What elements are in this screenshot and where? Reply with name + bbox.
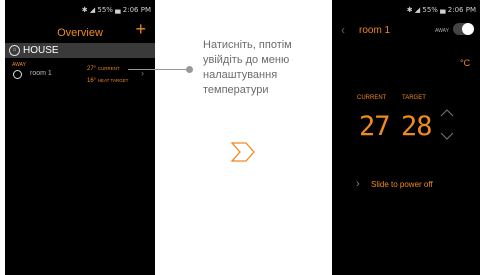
status-icons: ✱ ◢ (81, 6, 98, 14)
current-label: CURRENT (357, 95, 387, 101)
house-icon: ⌂ (9, 45, 20, 56)
status-text: 55% ▄ 2:06 PM (422, 6, 476, 14)
target-temp: 16° HEAT TARGET (87, 78, 128, 84)
status-text: 55% ▄ 2:06 PM (97, 6, 151, 14)
callout-dot (186, 66, 193, 73)
slide-chevron-icon: › (356, 178, 360, 190)
status-icons: ✱ ◢ (406, 6, 423, 14)
away-toggle[interactable] (453, 23, 474, 35)
house-label: HOUSE (23, 45, 59, 56)
unit-label[interactable]: °C (460, 58, 470, 68)
current-temp-value: 27° (87, 66, 97, 72)
current-temp-display: 27 (359, 111, 391, 142)
away-tag: AWAY (12, 62, 26, 68)
away-label: AWAY (435, 28, 449, 34)
current-temp-label: CURRENT (97, 66, 120, 71)
callout-line (128, 69, 190, 70)
room-title: room 1 (359, 25, 391, 36)
overview-screen: ✱ ◢ 55% ▄ 2:06 PM Overview + ⌂ HOUSE AWA… (5, 0, 155, 275)
room-name: room 1 (30, 70, 52, 77)
toggle-knob (462, 23, 474, 35)
status-bar: ✱ ◢ 55% ▄ 2:06 PM (407, 6, 476, 14)
page-title: Overview (57, 27, 103, 39)
chevron-down-icon[interactable] (440, 128, 454, 146)
target-temp-value: 16° (87, 78, 97, 84)
chevron-up-icon[interactable] (440, 104, 454, 122)
instruction-text: Натисніть, ппотім увійдіть до меню налаш… (203, 39, 292, 96)
slide-label: Slide to power off (371, 180, 433, 189)
back-icon[interactable]: ‹ (341, 23, 345, 37)
status-bar: ✱ ◢ 55% ▄ 2:06 PM (82, 6, 151, 14)
target-label: TARGET (402, 95, 426, 101)
add-button[interactable]: + (135, 20, 146, 38)
room-icon (13, 70, 22, 79)
current-temp: 27° CURRENT (87, 66, 120, 72)
room-detail-screen: ✱ ◢ 55% ▄ 2:06 PM ‹ room 1 AWAY °C CURRE… (332, 0, 480, 275)
target-temp-label: HEAT TARGET (97, 78, 129, 83)
next-step-chevron-icon (230, 141, 256, 168)
house-header[interactable]: ⌂ HOUSE (5, 43, 155, 58)
target-temp-display: 28 (401, 111, 433, 142)
